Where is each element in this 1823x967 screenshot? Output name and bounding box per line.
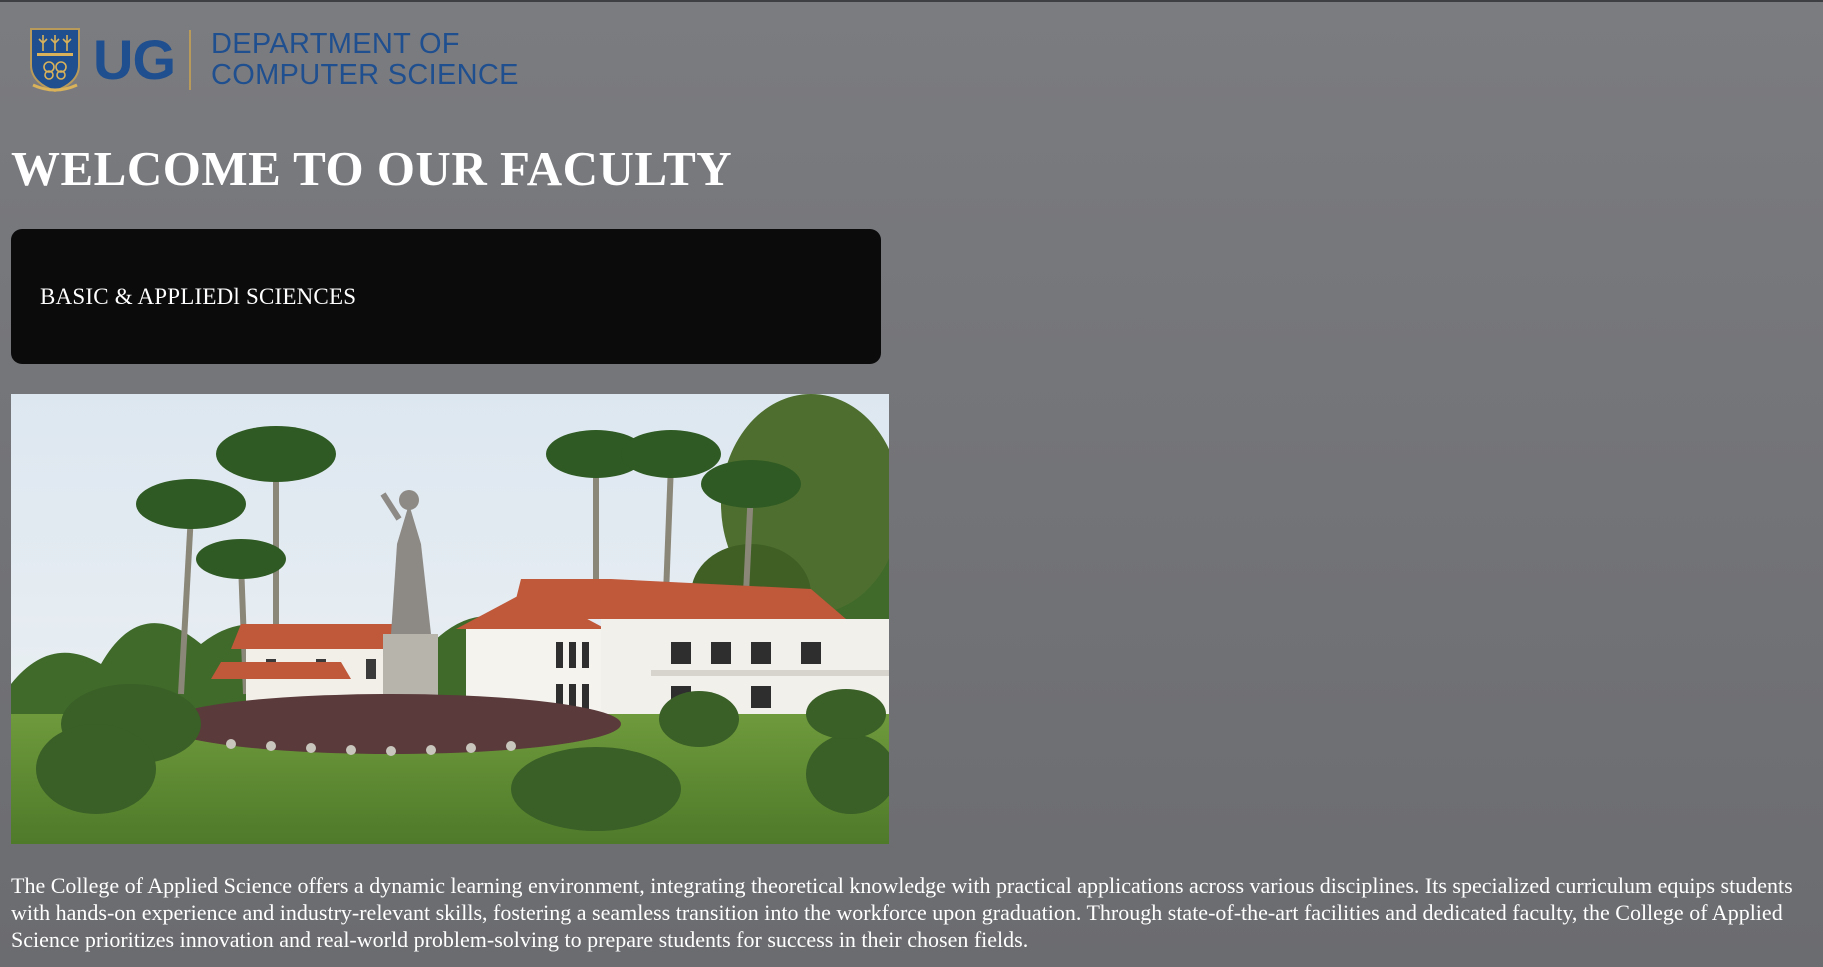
university-crest-icon [30, 28, 80, 93]
window-top-border [0, 0, 1823, 2]
logo-divider [189, 30, 191, 90]
campus-building-photo [11, 394, 889, 844]
faculty-card-label: BASIC & APPLIEDl SCIENCES [40, 283, 357, 309]
faculty-description: The College of Applied Science offers a … [11, 873, 1793, 952]
faculty-card-basic-applied-sciences[interactable]: BASIC & APPLIEDl SCIENCES [11, 229, 881, 364]
page-title: WELCOME TO OUR FACULTY [11, 141, 733, 196]
logo-ug-text: UG [93, 28, 176, 91]
site-logo[interactable]: UG DEPARTMENT OF COMPUTER SCIENCE [29, 26, 519, 94]
department-line-1: DEPARTMENT OF [211, 28, 460, 60]
department-name: DEPARTMENT OF COMPUTER SCIENCE [211, 29, 519, 91]
department-line-2: COMPUTER SCIENCE [211, 59, 519, 91]
